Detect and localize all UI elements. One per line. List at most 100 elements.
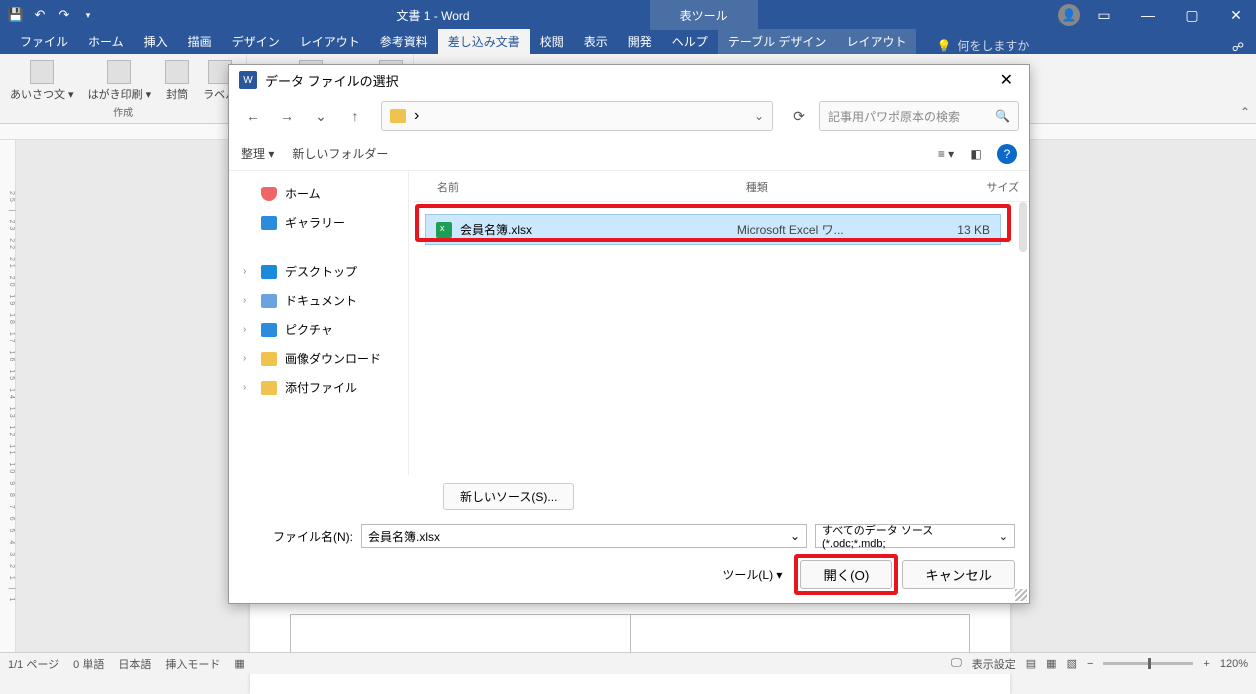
sidebar-item-picture[interactable]: ›ピクチャ [233,315,404,344]
status-mode[interactable]: 挿入モード [165,656,220,672]
tab-layout[interactable]: レイアウト [290,29,370,54]
greeting-label: あいさつ文 ▾ [10,86,74,102]
document-page[interactable] [250,594,1010,694]
zoom-out-button[interactable]: − [1087,658,1093,670]
tab-review[interactable]: 校閲 [530,29,574,54]
resize-grip[interactable] [1015,589,1027,601]
dialog-toolbar: 整理 ▾ 新しいフォルダー ≡ ▾ ◧ ? [229,137,1029,171]
user-avatar[interactable]: 👤 [1058,4,1080,26]
tab-insert[interactable]: 挿入 [134,29,178,54]
cancel-button[interactable]: キャンセル [902,560,1015,589]
save-icon[interactable]: 💾 [8,7,24,23]
tab-table-layout[interactable]: レイアウト [836,29,916,54]
new-source-button[interactable]: 新しいソース(S)... [443,483,574,510]
sidebar-item-desktop[interactable]: ›デスクトップ [233,257,404,286]
display-settings-label[interactable]: 表示設定 [972,656,1016,672]
maximize-button[interactable]: ▢ [1172,0,1212,30]
greeting-button[interactable]: あいさつ文 ▾ [6,58,78,104]
column-name[interactable]: 名前 [437,179,746,195]
tab-references[interactable]: 参考資料 [370,29,438,54]
open-button[interactable]: 開く(O) [800,560,892,589]
preview-pane-button[interactable]: ◧ [967,145,985,163]
tab-help[interactable]: ヘルプ [662,29,718,54]
status-macro-icon[interactable]: ▦ [234,657,244,670]
address-bar[interactable]: › ⌄ [381,101,773,131]
filter-dropdown-icon: ⌄ [999,530,1008,543]
file-row[interactable]: 会員名簿.xlsx Microsoft Excel ワ... 13 KB [425,214,1001,245]
tab-home[interactable]: ホーム [78,29,134,54]
nav-forward-button[interactable]: → [273,102,301,130]
envelope-button[interactable]: 封筒 [161,58,193,104]
tab-table-design[interactable]: テーブル デザイン [718,29,837,54]
address-dropdown-icon[interactable]: ⌄ [754,109,764,123]
word-icon: W [239,71,257,89]
ruler-vertical[interactable]: 25 | 23 22 21 20 19 18 17 16 15 14 13 12… [0,140,16,652]
nav-back-button[interactable]: ← [239,102,267,130]
folder-icon [390,109,406,123]
filename-dropdown-icon[interactable]: ⌄ [790,529,800,543]
sidebar-label-gallery: ギャラリー [285,214,345,231]
nav-up-button[interactable]: ↑ [341,102,369,130]
ribbon-options-icon[interactable]: ▭ [1084,0,1124,30]
sidebar-item-attach[interactable]: ›添付ファイル [233,373,404,402]
help-button[interactable]: ? [997,144,1017,164]
view-mode-button[interactable]: ≡ ▾ [937,145,955,163]
file-filter-select[interactable]: すべてのデータ ソース (*.odc;*.mdb; ⌄ [815,524,1015,548]
tell-me-label: 何をしますか [957,37,1029,54]
sidebar-item-imgdl[interactable]: ›画像ダウンロード [233,344,404,373]
dialog-new-source-row: 新しいソース(S)... [229,475,1029,518]
view-readmode-icon[interactable]: ▤ [1026,657,1036,670]
folder-icon [261,381,277,395]
organize-menu[interactable]: 整理 ▾ [241,145,274,162]
share-icon[interactable]: ☍ [1232,40,1244,54]
tools-menu[interactable]: ツール(L) ▾ [722,566,782,583]
file-rows: 会員名簿.xlsx Microsoft Excel ワ... 13 KB [413,202,1029,471]
search-box[interactable]: 記事用パワポ原本の検索 🔍 [819,101,1019,131]
document-icon [261,294,277,308]
ribbon-collapse-icon[interactable]: ⌃ [1240,105,1250,119]
tab-design[interactable]: デザイン [222,29,290,54]
tab-draw[interactable]: 描画 [178,29,222,54]
status-lang[interactable]: 日本語 [118,656,151,672]
filename-input[interactable]: 会員名簿.xlsx ⌄ [361,524,807,548]
search-icon: 🔍 [995,109,1010,123]
file-name: 会員名簿.xlsx [460,221,737,238]
filename-label: ファイル名(N): [243,528,353,545]
new-folder-button[interactable]: 新しいフォルダー [292,145,388,162]
column-type[interactable]: 種類 [746,179,939,195]
status-page[interactable]: 1/1 ページ [8,656,59,672]
status-words[interactable]: 0 単語 [73,656,104,672]
sidebar-item-gallery[interactable]: ギャラリー [233,208,404,237]
view-web-icon[interactable]: ▧ [1067,657,1077,670]
file-list-scrollbar[interactable] [1019,202,1027,252]
file-columns-header: 名前 種類 サイズ [413,175,1029,202]
ribbon-group-create: あいさつ文 ▾ はがき印刷 ▾ 封筒 ラベル 作成 [0,54,247,123]
group-create-label: 作成 [113,104,133,119]
hagaki-button[interactable]: はがき印刷 ▾ [84,58,156,104]
tab-developer[interactable]: 開発 [618,29,662,54]
qat-customize-icon[interactable]: ▾ [80,7,96,23]
document-title: 文書 1 - Word [396,7,469,24]
sidebar-item-home[interactable]: ホーム [233,179,404,208]
view-print-icon[interactable]: ▦ [1046,657,1056,670]
redo-icon[interactable]: ↷ [56,7,72,23]
undo-icon[interactable]: ↶ [32,7,48,23]
display-settings-icon[interactable]: 🖵 [951,657,962,670]
column-size[interactable]: サイズ [939,179,1019,195]
zoom-in-button[interactable]: + [1203,658,1209,670]
file-filter-label: すべてのデータ ソース (*.odc;*.mdb; [822,522,999,550]
zoom-level[interactable]: 120% [1220,658,1248,670]
zoom-slider[interactable] [1103,662,1193,665]
tab-mailings[interactable]: 差し込み文書 [438,29,530,54]
dialog-body: ホーム ギャラリー ›デスクトップ ›ドキュメント ›ピクチャ ›画像ダウンロー… [229,171,1029,475]
tab-file[interactable]: ファイル [10,29,78,54]
breadcrumb-sep: › [414,107,419,125]
dialog-close-button[interactable]: ✕ [994,70,1019,90]
minimize-button[interactable]: — [1128,0,1168,30]
tab-view[interactable]: 表示 [574,29,618,54]
tell-me-search[interactable]: 💡 何をしますか [936,37,1029,54]
nav-recent-button[interactable]: ⌄ [307,102,335,130]
refresh-button[interactable]: ⟳ [785,102,813,130]
sidebar-item-document[interactable]: ›ドキュメント [233,286,404,315]
close-button[interactable]: ✕ [1216,0,1256,30]
